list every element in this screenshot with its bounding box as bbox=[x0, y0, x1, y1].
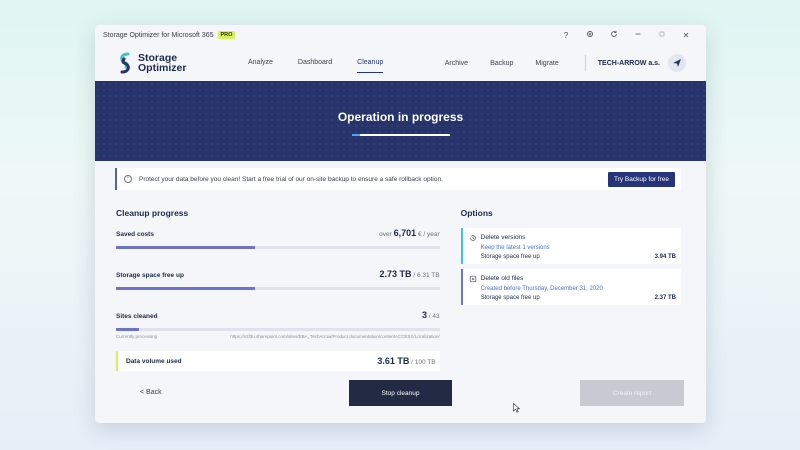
options-panel: Options Delete versions Keep the latest … bbox=[460, 208, 681, 371]
saved-costs-value: 6,701 bbox=[393, 228, 417, 238]
nav-bar: Storage Optimizer Analyze Dashboard Clea… bbox=[95, 45, 706, 81]
logo-icon bbox=[120, 52, 130, 74]
avatar[interactable] bbox=[668, 54, 686, 72]
progress-banner: Operation in progress bbox=[95, 81, 706, 161]
data-volume-card: Data volume used 3.61 TB / 100 TB bbox=[116, 351, 440, 371]
help-icon[interactable]: ? bbox=[554, 31, 578, 40]
storage-metric: Storage space free up 2.73 TB / 6.31 TB bbox=[116, 269, 440, 290]
option-subtitle: Keep the latest 1 versions bbox=[480, 245, 550, 251]
info-icon: ! bbox=[124, 175, 132, 183]
nav-backup[interactable]: Backup bbox=[490, 54, 513, 73]
pro-badge: PRO bbox=[217, 31, 236, 39]
operation-progress-bar bbox=[351, 134, 450, 136]
storage-bar-fill bbox=[116, 287, 256, 290]
option-delete-versions: Delete versions Keep the latest 1 versio… bbox=[460, 228, 681, 264]
nav-dashboard[interactable]: Dashboard bbox=[298, 53, 332, 73]
saved-costs-bar bbox=[116, 246, 440, 249]
title-bar: Storage Optimizer for Microsoft 365 PRO … bbox=[95, 25, 706, 45]
sites-metric: Sites cleaned 3 / 43 Currently processin… bbox=[116, 310, 440, 339]
option-row-value: 3.94 TB bbox=[654, 254, 676, 260]
saved-costs-prefix: over bbox=[379, 231, 392, 238]
nav-archive[interactable]: Archive bbox=[445, 54, 468, 73]
footer-actions: < Back Stop cleanup Create report bbox=[95, 380, 706, 406]
volume-value: 3.61 TB bbox=[377, 356, 410, 366]
sites-value: 3 bbox=[421, 310, 427, 320]
sites-total: / 43 bbox=[428, 313, 440, 320]
option-row-label: Storage space free up bbox=[480, 295, 540, 301]
app-window: Storage Optimizer for Microsoft 365 PRO … bbox=[95, 25, 706, 423]
storage-value: 2.73 TB bbox=[379, 269, 412, 279]
storage-bar bbox=[116, 287, 440, 290]
sites-bar bbox=[116, 328, 440, 331]
company-name: TECH-ARROW a.s. bbox=[597, 59, 660, 67]
processing-label: Currently processing bbox=[116, 334, 158, 339]
nav-cleanup[interactable]: Cleanup bbox=[357, 53, 384, 73]
logo[interactable]: Storage Optimizer bbox=[117, 52, 227, 74]
file-delete-icon bbox=[469, 275, 477, 283]
maximize-icon[interactable] bbox=[650, 30, 674, 40]
sites-bar-fill bbox=[116, 328, 139, 331]
saved-costs-unit: € / year bbox=[417, 231, 440, 238]
option-row-label: Storage space free up bbox=[480, 254, 540, 260]
nav-divider bbox=[584, 55, 586, 71]
cleanup-progress-title: Cleanup progress bbox=[116, 208, 189, 218]
stop-cleanup-button[interactable]: Stop cleanup bbox=[349, 380, 452, 406]
sites-label: Sites cleaned bbox=[116, 313, 158, 320]
storage-total: / 6.31 TB bbox=[413, 272, 440, 279]
nav-migrate[interactable]: Migrate bbox=[535, 54, 558, 73]
minimize-icon[interactable] bbox=[626, 30, 650, 40]
processing-url: https://x2f3u.sharepoint.com/sites/EBA_T… bbox=[230, 334, 440, 339]
page-title: Operation in progress bbox=[337, 110, 464, 124]
operation-progress-indicator bbox=[351, 134, 360, 136]
settings-icon[interactable] bbox=[578, 30, 602, 40]
backup-notice: ! Protect your data before you clean! St… bbox=[115, 168, 681, 190]
create-report-button: Create report bbox=[580, 380, 684, 406]
notice-text: Protect your data before you clean! Star… bbox=[139, 175, 443, 183]
option-title: Delete versions bbox=[480, 234, 526, 241]
window-title: Storage Optimizer for Microsoft 365 bbox=[103, 31, 214, 39]
history-icon bbox=[469, 234, 477, 242]
storage-label: Storage space free up bbox=[116, 272, 184, 279]
operation-progress-fill bbox=[351, 134, 450, 136]
volume-total: / 100 TB bbox=[411, 359, 436, 366]
logo-line-2: Optimizer bbox=[138, 62, 187, 74]
logo-text: Storage Optimizer bbox=[138, 53, 187, 74]
back-button[interactable]: < Back bbox=[140, 389, 162, 396]
options-title: Options bbox=[460, 208, 493, 218]
option-delete-old-files: Delete old files Created before Thursday… bbox=[460, 269, 681, 305]
cleanup-progress-panel: Cleanup progress Saved costs over 6,701 … bbox=[116, 208, 440, 371]
option-subtitle: Created before Thursday, December 31, 20… bbox=[480, 286, 603, 292]
volume-label: Data volume used bbox=[126, 357, 182, 365]
mouse-cursor-icon bbox=[513, 403, 521, 413]
close-icon[interactable]: ✕ bbox=[674, 31, 698, 40]
send-icon bbox=[673, 59, 681, 67]
saved-costs-bar-fill bbox=[116, 246, 256, 249]
saved-costs-label: Saved costs bbox=[116, 231, 154, 238]
saved-costs-metric: Saved costs over 6,701 € / year bbox=[116, 228, 440, 249]
option-row-value: 2.37 TB bbox=[654, 295, 676, 301]
nav-analyze[interactable]: Analyze bbox=[248, 53, 273, 73]
option-title: Delete old files bbox=[480, 275, 524, 282]
try-backup-button[interactable]: Try Backup for free bbox=[607, 171, 675, 187]
refresh-icon[interactable] bbox=[602, 30, 626, 40]
